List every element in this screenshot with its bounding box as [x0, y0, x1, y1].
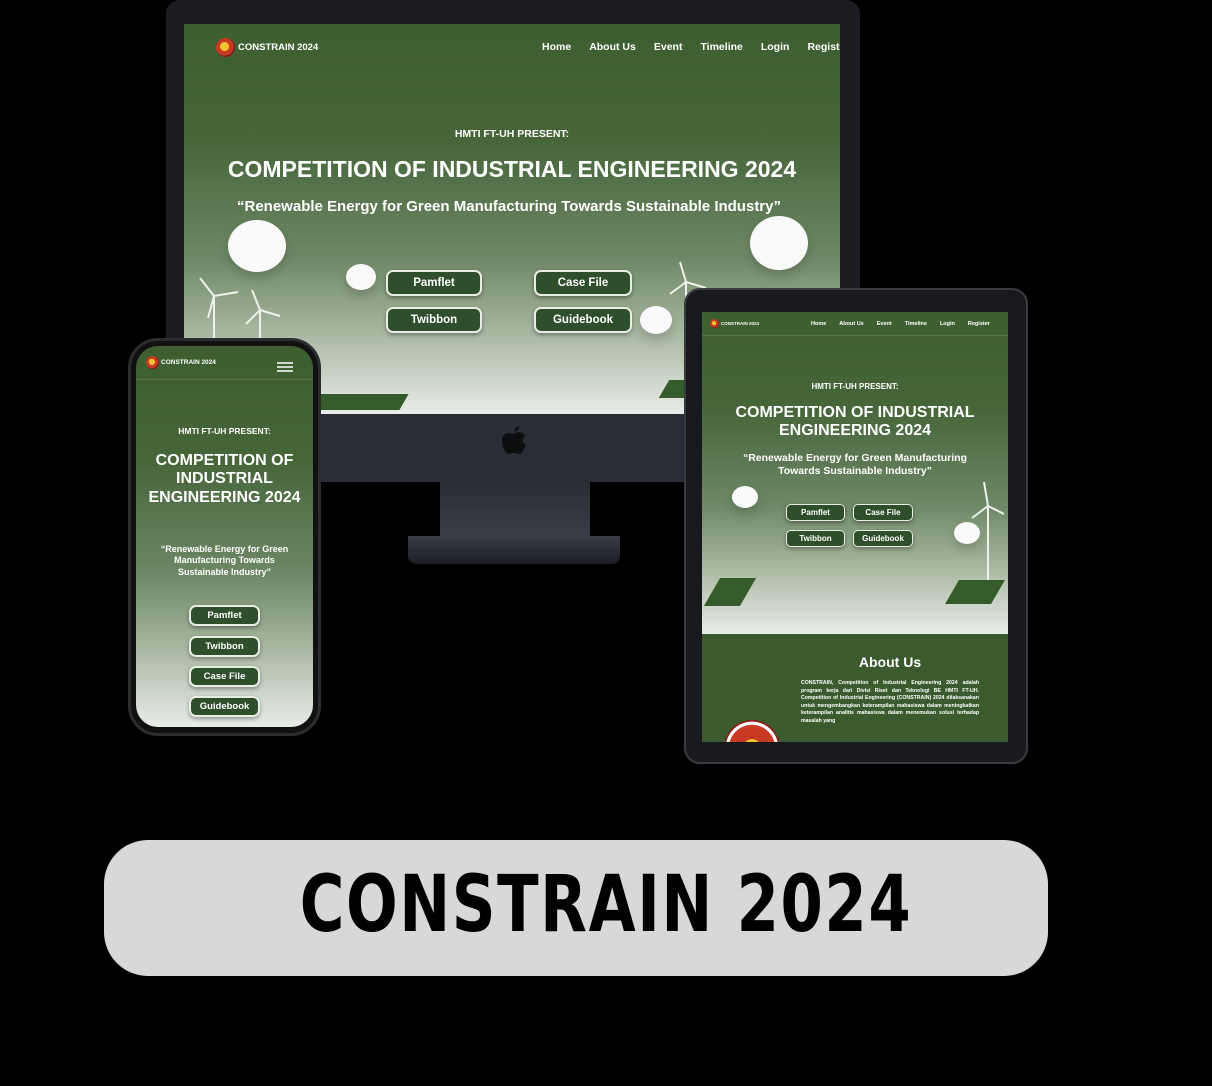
hero-tagline: “Renewable Energy for Green Manufacturin…	[160, 544, 289, 577]
pamflet-button[interactable]: Pamflet	[189, 605, 260, 626]
pamflet-button[interactable]: Pamflet	[786, 504, 845, 521]
hero-tagline: “Renewable Energy for Green Manufacturin…	[237, 198, 781, 215]
guidebook-button[interactable]: Guidebook	[853, 530, 913, 547]
nav-event[interactable]: Event	[654, 41, 683, 53]
about-body: CONSTRAIN, Competition of Industrial Eng…	[801, 680, 979, 724]
hero-title: COMPETITION OF INDUSTRIAL ENGINEERING 20…	[148, 452, 301, 506]
nav-register[interactable]: Register	[968, 321, 990, 327]
constrain-logo-icon[interactable]	[146, 356, 159, 369]
wind-turbine-icon	[971, 481, 1004, 584]
about-section: About Us CONSTRAIN, Competition of Indus…	[702, 634, 1008, 742]
cloud-decoration	[732, 486, 758, 508]
hero-title: COMPETITION OF INDUSTRIAL ENGINEERING 20…	[735, 404, 975, 440]
guidebook-button[interactable]: Guidebook	[189, 696, 260, 717]
desktop-navbar: CONSTRAIN 2024 Home About Us Event Timel…	[184, 24, 840, 70]
tablet-screen: CONSTRAIN 2024 Home About Us Event Timel…	[702, 312, 1008, 634]
tablet-navbar: CONSTRAIN 2024 Home About Us Event Timel…	[702, 312, 1008, 336]
hero-tagline: “Renewable Energy for Green Manufacturin…	[742, 452, 968, 478]
imac-stand	[440, 478, 590, 538]
nav-home[interactable]: Home	[542, 41, 571, 53]
constrain-logo-icon[interactable]	[710, 319, 719, 328]
constrain-logo-icon[interactable]	[216, 37, 235, 57]
hamburger-menu-icon[interactable]	[277, 362, 293, 372]
nav-login[interactable]: Login	[761, 41, 790, 53]
cloud-decoration	[750, 216, 808, 270]
caption-title: CONSTRAIN 2024	[299, 860, 913, 950]
nav-login[interactable]: Login	[940, 321, 955, 327]
green-platform	[945, 580, 1005, 604]
constrain-emblem-icon	[724, 720, 780, 742]
presenter-text: HMTI FT-UH PRESENT:	[811, 382, 899, 391]
guidebook-button[interactable]: Guidebook	[534, 307, 632, 333]
wind-turbine-icon	[199, 277, 281, 348]
nav-register[interactable]: Registe	[807, 41, 840, 53]
cloud-decoration	[346, 264, 376, 290]
about-heading: About Us	[858, 654, 922, 670]
hero-title: COMPETITION OF INDUSTRIAL ENGINEERING 20…	[227, 156, 797, 182]
nav-timeline[interactable]: Timeline	[905, 321, 927, 327]
pamflet-button[interactable]: Pamflet	[386, 270, 482, 296]
brand-name[interactable]: CONSTRAIN 2024	[238, 42, 318, 53]
brand-name[interactable]: CONSTRAIN 2024	[161, 359, 216, 366]
case-file-button[interactable]: Case File	[853, 504, 913, 521]
nav-timeline[interactable]: Timeline	[700, 41, 742, 53]
nav-event[interactable]: Event	[877, 321, 892, 327]
nav-home[interactable]: Home	[811, 321, 826, 327]
mobile-navbar: CONSTRAIN 2024	[136, 346, 313, 380]
twibbon-button[interactable]: Twibbon	[386, 307, 482, 333]
green-platform	[703, 578, 757, 606]
tablet-nav-menu: Home About Us Event Timeline Login Regis…	[811, 321, 990, 327]
imac-foot	[408, 536, 620, 564]
green-platform	[309, 394, 409, 410]
case-file-button[interactable]: Case File	[534, 270, 632, 296]
case-file-button[interactable]: Case File	[189, 666, 260, 687]
twibbon-button[interactable]: Twibbon	[786, 530, 845, 547]
brand-name[interactable]: CONSTRAIN 2024	[721, 321, 759, 326]
phone-screen: CONSTRAIN 2024 HMTI FT-UH PRESENT: COMPE…	[136, 346, 313, 727]
presenter-text: HMTI FT-UH PRESENT:	[454, 128, 570, 140]
twibbon-button[interactable]: Twibbon	[189, 636, 260, 657]
apple-logo-icon	[502, 426, 526, 454]
nav-about-us[interactable]: About Us	[839, 321, 863, 327]
nav-about-us[interactable]: About Us	[589, 41, 636, 53]
desktop-nav-menu: Home About Us Event Timeline Login Regis…	[542, 41, 840, 53]
presenter-text: HMTI FT-UH PRESENT:	[178, 426, 271, 436]
